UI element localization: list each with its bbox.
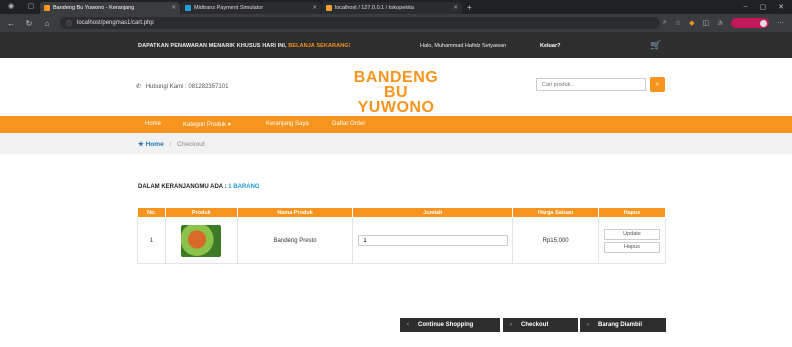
col-nama-produk: Nama Produk [236, 207, 354, 218]
delete-button[interactable]: Hapus [604, 241, 660, 253]
cart-table: No. Produk Nama Produk Jumlah Harga Satu… [137, 207, 666, 264]
extension-icon[interactable]: ◆ [689, 19, 694, 27]
tab-title: Midtrans Payment Simulator [194, 5, 264, 11]
table-header-row: No. Produk Nama Produk Jumlah Harga Satu… [137, 207, 666, 218]
split-view-icon[interactable]: ◫ [703, 19, 710, 27]
site-info-icon[interactable]: ⓘ [66, 19, 72, 28]
product-image [181, 224, 222, 257]
bookmark-star-icon[interactable]: ☆ [675, 19, 681, 27]
cart-icon[interactable]: 🛒 [650, 40, 661, 51]
promo-strip: DAPATKAN PENAWARAN MENARIK KHUSUS HARI I… [0, 32, 792, 58]
promo-text: DAPATKAN PENAWARAN MENARIK KHUSUS HARI I… [138, 43, 351, 49]
menu-keranjang[interactable]: Keranjang Saya [266, 121, 309, 127]
col-no: No. [137, 207, 166, 218]
close-icon[interactable]: ✕ [453, 5, 458, 11]
checkout-button[interactable]: › Checkout [503, 318, 578, 332]
favicon-icon [326, 5, 332, 11]
search-input[interactable] [536, 78, 646, 91]
minimize-icon[interactable]: – [744, 3, 748, 11]
reload-icon[interactable]: ↻ [22, 19, 36, 28]
menu-home[interactable]: Home [145, 121, 161, 127]
tab-bandeng-keranjang[interactable]: Bandeng Bu Yuwono - Keranjang ✕ [40, 2, 180, 14]
col-jumlah: Jumlah [352, 207, 514, 218]
cart-count: 1 BARANG [228, 184, 260, 190]
update-button[interactable]: Update [604, 228, 660, 240]
user-greeting: Halo, Muhammad Hafidz Setyawan [420, 43, 507, 49]
actions-cell: Update Hapus [598, 217, 666, 264]
maximize-icon[interactable]: ▢ [760, 3, 767, 11]
more-menu-icon[interactable]: ⋯ [777, 19, 784, 27]
barang-diambil-button[interactable]: › Barang Diambil [580, 318, 666, 332]
address-bar-row: ← ↻ ⌂ ⓘ localhost/pengmas1/cart.php ⌕ ☆ … [0, 14, 792, 32]
new-tab-icon[interactable]: + [467, 3, 472, 12]
menu-daftar-order[interactable]: Daftar Order [332, 121, 365, 127]
favorites-icon[interactable]: ✰ [717, 19, 723, 27]
contact-phone: ✆ Hubungi Kami : 081282357101 [136, 84, 229, 90]
product-name: Bandeng Presto [236, 217, 354, 264]
window-menu-icon[interactable]: ◉ [6, 2, 16, 12]
close-window-icon[interactable]: ✕ [778, 3, 784, 11]
zoom-icon[interactable]: ⌕ [663, 19, 667, 27]
col-hapus: Hapus [598, 207, 666, 218]
main-menu: Home Kategori Produk ▾ Keranjang Saya Da… [0, 116, 792, 133]
search-icon: ⌕ [655, 81, 660, 88]
cart-summary: DALAM KERANJANGMU ADA : 1 BARANG [138, 184, 260, 190]
chevron-right-icon: › [587, 322, 589, 328]
breadcrumb: ★ Home / Checkout [0, 133, 792, 154]
breadcrumb-home[interactable]: ★ Home [138, 141, 164, 148]
toolbar-right: ⌕ ☆ ◆ ◫ ✰ ⋯ [663, 18, 792, 28]
row-no: 1 [137, 217, 166, 264]
phone-icon: ✆ [136, 84, 142, 90]
quantity-cell [352, 217, 514, 264]
window-controls: – ▢ ✕ [744, 3, 792, 14]
back-icon[interactable]: ← [4, 19, 18, 28]
col-produk: Produk [164, 207, 238, 218]
url-text: localhost/pengmas1/cart.php [77, 20, 154, 26]
site-header: ✆ Hubungi Kami : 081282357101 BANDENG BU… [0, 58, 792, 116]
tab-midtrans[interactable]: Midtrans Payment Simulator ✕ [181, 2, 321, 14]
continue-shopping-button[interactable]: ‹ Continue Shopping [400, 318, 500, 332]
breadcrumb-current: Checkout [177, 141, 205, 148]
home-icon[interactable]: ⌂ [40, 19, 54, 28]
breadcrumb-separator: / [169, 141, 172, 148]
close-icon[interactable]: ✕ [312, 5, 317, 11]
favicon-icon [185, 5, 191, 11]
site-logo[interactable]: BANDENG BU YUWONO [340, 70, 452, 116]
favicon-icon [44, 5, 50, 11]
tab-title: localhost / 127.0.0.1 / tokopekita [335, 5, 414, 11]
logout-link[interactable]: Keluar? [540, 43, 560, 49]
close-icon[interactable]: ✕ [171, 5, 176, 11]
chevron-right-icon: › [510, 322, 512, 328]
browser-tab-bar: ◉ ▢ Bandeng Bu Yuwono - Keranjang ✕ Midt… [0, 0, 792, 14]
profile-avatar[interactable] [731, 18, 769, 28]
col-harga: Harga Satuan [512, 207, 599, 218]
promo-link[interactable]: BELANJA SEKARANG! [288, 43, 350, 49]
menu-kategori[interactable]: Kategori Produk ▾ [183, 121, 231, 128]
tab-phpmyadmin[interactable]: localhost / 127.0.0.1 / tokopekita ✕ [322, 2, 462, 14]
unit-price: Rp15,000 [512, 217, 599, 264]
product-image-cell [164, 217, 238, 264]
tab-overview-icon[interactable]: ▢ [26, 2, 36, 12]
search-button[interactable]: ⌕ [650, 77, 665, 92]
address-bar[interactable]: ⓘ localhost/pengmas1/cart.php [60, 17, 660, 29]
quantity-input[interactable] [358, 235, 509, 246]
tab-title: Bandeng Bu Yuwono - Keranjang [53, 5, 135, 11]
chevron-left-icon: ‹ [407, 322, 409, 328]
table-row: 1 Bandeng Presto Rp15,000 Update Hapus [137, 217, 666, 264]
